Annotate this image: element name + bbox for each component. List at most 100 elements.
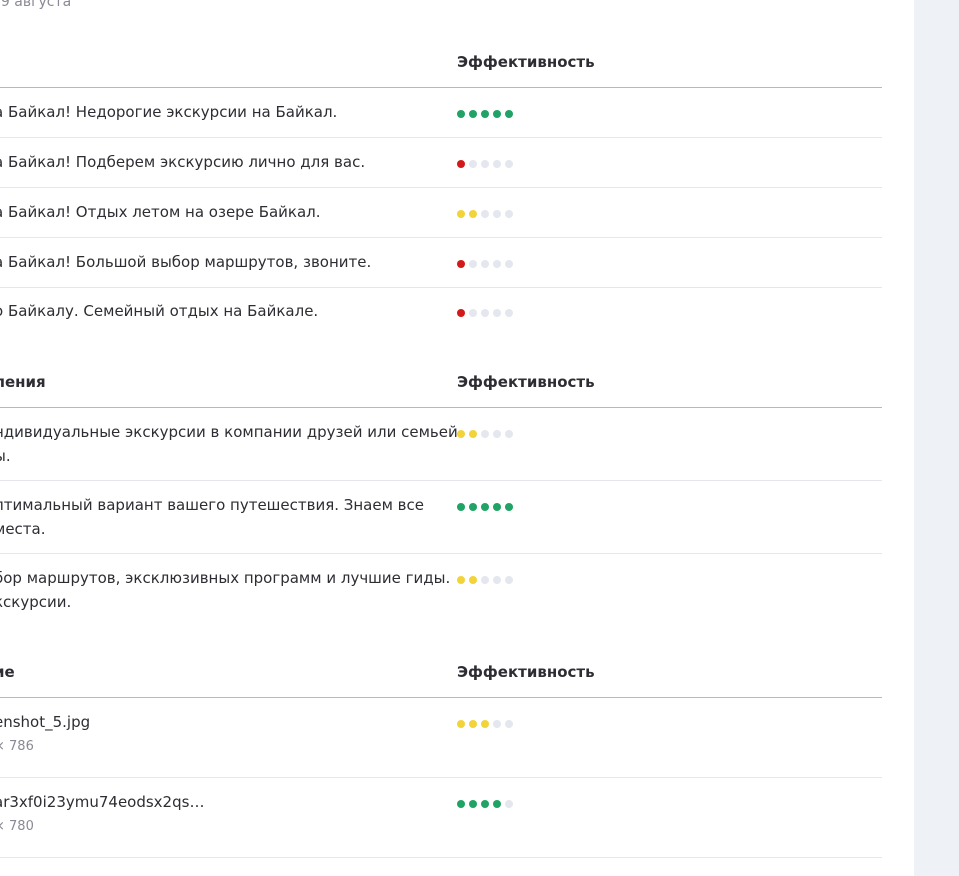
headlines-section: Эффективность а Байкал! Недорогие экскур… xyxy=(0,37,882,337)
table-row: а Байкал! Большой выбор маршрутов, звони… xyxy=(0,238,882,288)
table-row: птимальный вариант вашего путешествия. З… xyxy=(0,481,882,554)
effectiveness-rating xyxy=(457,160,513,168)
effectiveness-rating xyxy=(457,210,513,218)
rating-dot-empty xyxy=(481,160,489,168)
rating-dot-empty xyxy=(469,160,477,168)
rating-dot-filled xyxy=(469,720,477,728)
table-row: ar3xf0i23ymu74eodsx2qs… × 780 xyxy=(0,778,882,858)
rating-dot-filled xyxy=(469,110,477,118)
rating-dot-empty xyxy=(493,430,501,438)
rating-dot-filled xyxy=(493,110,501,118)
texts-column-title: ления xyxy=(0,373,46,391)
effectiveness-rating xyxy=(457,576,513,584)
rating-dot-empty xyxy=(505,800,513,808)
effectiveness-rating xyxy=(457,503,513,511)
rating-dot-filled xyxy=(457,110,465,118)
rating-dot-empty xyxy=(505,260,513,268)
headline-text: а Байкал! Отдых летом на озере Байкал. xyxy=(0,203,321,221)
table-row xyxy=(0,858,882,876)
rating-dot-empty xyxy=(505,160,513,168)
rating-dot-empty xyxy=(493,160,501,168)
table-row: а Байкал! Отдых летом на озере Байкал. xyxy=(0,188,882,238)
rating-dot-filled xyxy=(457,210,465,218)
rating-dot-empty xyxy=(481,576,489,584)
images-column-title: ие xyxy=(0,663,15,681)
rating-dot-filled xyxy=(493,503,501,511)
image-filename: enshot_5.jpg xyxy=(0,713,91,731)
rating-dot-filled xyxy=(457,430,465,438)
rating-dot-filled xyxy=(469,576,477,584)
ad-text-line-1: птимальный вариант вашего путешествия. З… xyxy=(0,496,424,514)
rating-dot-empty xyxy=(493,720,501,728)
rating-dot-filled xyxy=(457,260,465,268)
ad-text-line-2: кскурсии. xyxy=(0,593,72,611)
images-section: ие Эффективность enshot_5.jpg × 786 ar3x… xyxy=(0,647,882,876)
table-row: о Байкалу. Семейный отдых на Байкале. xyxy=(0,288,882,337)
rating-dot-empty xyxy=(493,309,501,317)
rating-dot-filled xyxy=(469,800,477,808)
table-row: бор маршрутов, эксклюзивных программ и л… xyxy=(0,554,882,626)
rating-dot-empty xyxy=(493,210,501,218)
rating-dot-filled xyxy=(505,110,513,118)
image-dimensions: × 780 xyxy=(0,819,34,834)
ads-report-content: 19 августа Эффективность а Байкал! Недор… xyxy=(0,0,914,876)
rating-dot-filled xyxy=(457,720,465,728)
image-filename: ar3xf0i23ymu74eodsx2qs… xyxy=(0,793,205,811)
effectiveness-column-title: Эффективность xyxy=(457,53,595,71)
rating-dot-empty xyxy=(505,309,513,317)
rating-dot-filled xyxy=(457,800,465,808)
effectiveness-rating xyxy=(457,800,513,808)
ad-text-line-2: ы. xyxy=(0,447,11,465)
headlines-header: Эффективность xyxy=(0,37,882,88)
rating-dot-empty xyxy=(505,210,513,218)
effectiveness-rating xyxy=(457,260,513,268)
rating-dot-filled xyxy=(493,800,501,808)
texts-section: ления Эффективность ндивидуальные экскур… xyxy=(0,357,882,626)
table-row: а Байкал! Подберем экскурсию лично для в… xyxy=(0,138,882,188)
rating-dot-empty xyxy=(493,576,501,584)
images-header: ие Эффективность xyxy=(0,647,882,698)
effectiveness-rating xyxy=(457,430,513,438)
rating-dot-filled xyxy=(505,503,513,511)
rating-dot-filled xyxy=(481,110,489,118)
rating-dot-empty xyxy=(481,260,489,268)
table-row: enshot_5.jpg × 786 xyxy=(0,698,882,778)
headline-text: а Байкал! Недорогие экскурсии на Байкал. xyxy=(0,103,338,121)
texts-header: ления Эффективность xyxy=(0,357,882,408)
ad-text-line-1: ндивидуальные экскурсии в компании друзе… xyxy=(0,423,463,441)
table-row: ндивидуальные экскурсии в компании друзе… xyxy=(0,408,882,481)
rating-dot-filled xyxy=(469,210,477,218)
effectiveness-rating xyxy=(457,110,513,118)
effectiveness-rating xyxy=(457,309,513,317)
rating-dot-filled xyxy=(481,503,489,511)
rating-dot-empty xyxy=(469,309,477,317)
report-date: 19 августа xyxy=(0,0,72,10)
headline-text: а Байкал! Большой выбор маршрутов, звони… xyxy=(0,253,372,271)
rating-dot-empty xyxy=(469,260,477,268)
rating-dot-empty xyxy=(481,430,489,438)
rating-dot-filled xyxy=(457,309,465,317)
rating-dot-empty xyxy=(493,260,501,268)
ad-text-line-2: места. xyxy=(0,520,46,538)
rating-dot-filled xyxy=(481,720,489,728)
rating-dot-filled xyxy=(457,576,465,584)
effectiveness-rating xyxy=(457,720,513,728)
rating-dot-filled xyxy=(481,800,489,808)
rating-dot-empty xyxy=(481,210,489,218)
headline-text: о Байкалу. Семейный отдых на Байкале. xyxy=(0,302,319,320)
table-row: а Байкал! Недорогие экскурсии на Байкал. xyxy=(0,88,882,138)
rating-dot-filled xyxy=(457,160,465,168)
effectiveness-column-title: Эффективность xyxy=(457,663,595,681)
effectiveness-column-title: Эффективность xyxy=(457,373,595,391)
rating-dot-empty xyxy=(505,576,513,584)
right-side-panel xyxy=(914,0,959,876)
rating-dot-filled xyxy=(469,503,477,511)
headline-text: а Байкал! Подберем экскурсию лично для в… xyxy=(0,153,366,171)
rating-dot-empty xyxy=(505,720,513,728)
rating-dot-filled xyxy=(457,503,465,511)
rating-dot-empty xyxy=(505,430,513,438)
rating-dot-filled xyxy=(469,430,477,438)
image-dimensions: × 786 xyxy=(0,739,34,754)
rating-dot-empty xyxy=(481,309,489,317)
ad-text-line-1: бор маршрутов, эксклюзивных программ и л… xyxy=(0,569,451,587)
